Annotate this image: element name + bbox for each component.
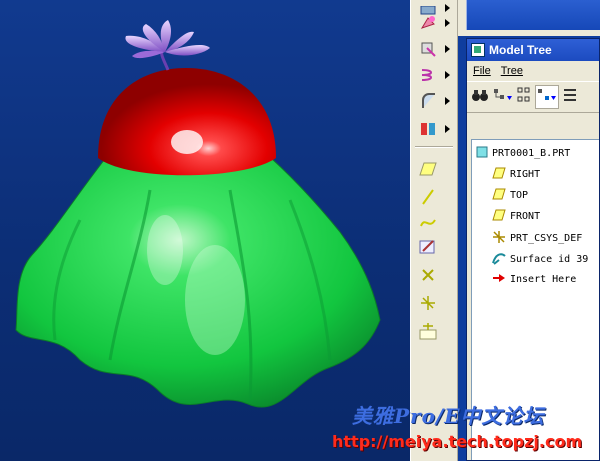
- analysis-tool-icon[interactable]: [417, 320, 439, 342]
- tree-columns-icon[interactable]: [517, 87, 531, 107]
- menu-file[interactable]: File: [473, 65, 491, 77]
- tree-item-surface[interactable]: Surface id 39: [492, 251, 588, 268]
- datum-plane-icon: [492, 188, 506, 203]
- model-tree-titlebar[interactable]: Model Tree: [467, 39, 599, 61]
- model-tree-menubar: File Tree: [467, 61, 599, 81]
- tree-item-top[interactable]: TOP: [492, 188, 528, 203]
- chevron-right-icon[interactable]: [445, 45, 450, 53]
- sweep-tool-icon[interactable]: [417, 38, 439, 60]
- chevron-right-icon[interactable]: [445, 71, 450, 79]
- model-tree-title: Model Tree: [489, 43, 552, 57]
- tree-item-insert-here[interactable]: Insert Here: [492, 272, 576, 287]
- tree-item-label: Insert Here: [510, 274, 577, 285]
- datum-plane-tool-icon[interactable]: [417, 158, 439, 180]
- insert-arrow-icon: [492, 272, 506, 287]
- sketch-tool-icon[interactable]: [417, 236, 439, 258]
- right-panel: Model Tree File Tree PRT0001_B.PRT RIGHT…: [458, 0, 600, 461]
- binoculars-icon[interactable]: [471, 87, 489, 107]
- datum-axis-tool-icon[interactable]: [417, 186, 439, 208]
- flower-ornament: [125, 20, 210, 71]
- tree-window-icon: [471, 43, 485, 57]
- menu-tree[interactable]: Tree: [501, 65, 523, 77]
- feature-toolbar: [410, 0, 458, 461]
- tree-item-label: PRT0001_B.PRT: [492, 148, 571, 159]
- model-tree-window[interactable]: Model Tree File Tree PRT0001_B.PRT RIGHT…: [466, 38, 600, 461]
- window-top-strip: [458, 0, 600, 36]
- datum-plane-icon: [492, 167, 506, 182]
- toolbar-separator: [415, 146, 453, 148]
- tree-settings-icon[interactable]: [563, 87, 577, 107]
- part-icon: [476, 146, 488, 161]
- tree-item-front[interactable]: FRONT: [492, 209, 540, 224]
- sketch-curve-tool-icon[interactable]: [417, 212, 439, 234]
- chevron-right-icon[interactable]: [445, 4, 450, 12]
- revolve-tool-icon[interactable]: [417, 12, 439, 34]
- round-tool-icon[interactable]: [417, 90, 439, 112]
- model-tree-toolbar: [467, 81, 599, 113]
- tree-display-icon[interactable]: [535, 85, 559, 109]
- coordinate-system-tool-icon[interactable]: [417, 292, 439, 314]
- coordinate-system-icon: [492, 230, 506, 247]
- datum-plane-icon: [492, 209, 506, 224]
- tree-item-label: Surface id 39: [510, 254, 589, 265]
- tree-item-part[interactable]: PRT0001_B.PRT: [476, 146, 570, 161]
- tree-item-csys[interactable]: PRT_CSYS_DEF: [492, 230, 582, 247]
- surface-icon: [492, 251, 506, 268]
- dome-surface: [98, 68, 276, 176]
- tree-item-label: PRT_CSYS_DEF: [510, 233, 583, 244]
- model-render: [15, 20, 381, 408]
- tree-item-label: FRONT: [510, 211, 541, 222]
- chevron-right-icon[interactable]: [445, 19, 450, 27]
- tree-item-right[interactable]: RIGHT: [492, 167, 540, 182]
- chevron-right-icon[interactable]: [445, 97, 450, 105]
- forum-watermark: 美雅Pro/E中文论坛: [352, 404, 545, 428]
- mirror-tool-icon[interactable]: [417, 118, 439, 140]
- datum-point-tool-icon[interactable]: [417, 264, 439, 286]
- tree-item-label: TOP: [510, 190, 529, 201]
- forum-url-watermark: http://meiya.tech.topzj.com: [332, 432, 583, 451]
- helical-sweep-icon[interactable]: [417, 64, 439, 86]
- graphics-viewport[interactable]: [0, 0, 410, 461]
- tree-item-label: RIGHT: [510, 169, 541, 180]
- tree-filter-icon[interactable]: [493, 87, 513, 107]
- chevron-right-icon[interactable]: [445, 125, 450, 133]
